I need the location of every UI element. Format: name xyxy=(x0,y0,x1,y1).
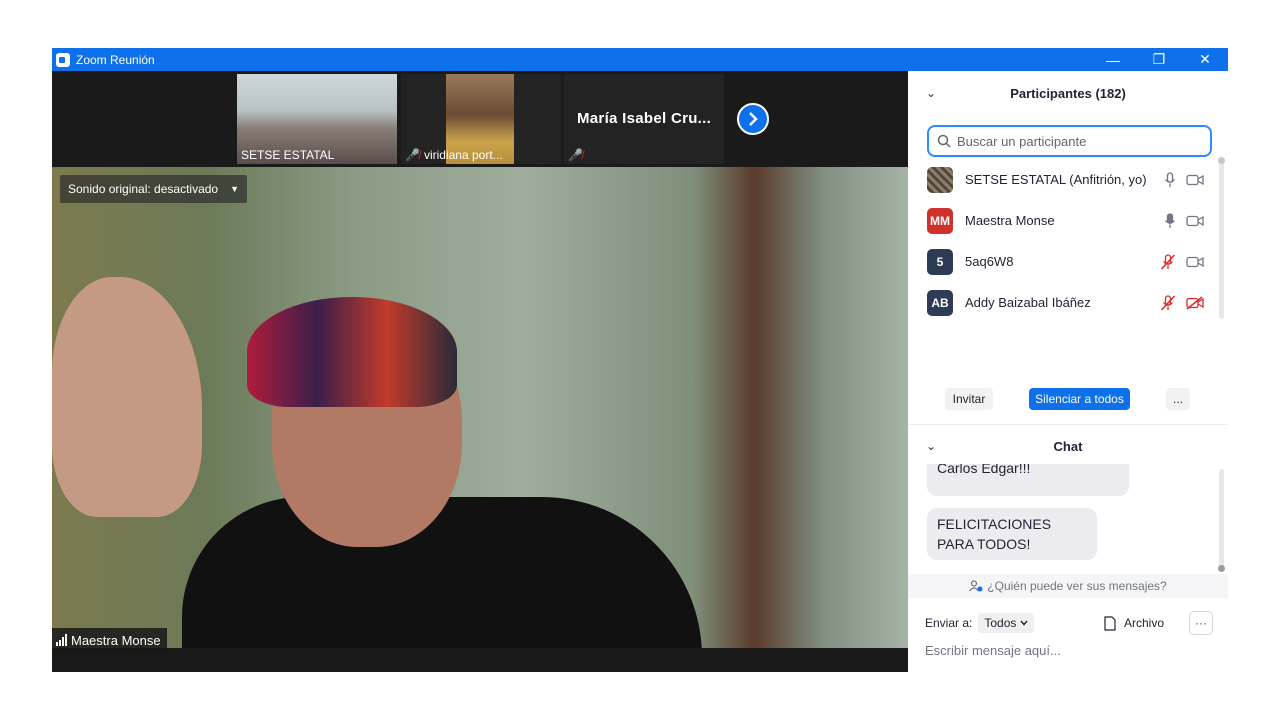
person-info-icon xyxy=(969,580,983,592)
participants-title: Participantes (182) xyxy=(1010,85,1126,101)
send-to-row: Enviar a: Todos xyxy=(925,612,1035,634)
avatar xyxy=(927,166,953,193)
chat-title: Chat xyxy=(1053,438,1083,454)
restore-button[interactable]: ❐ xyxy=(1136,48,1182,71)
panel-divider xyxy=(908,424,1228,425)
thumbnail-setse-estatal[interactable]: SETSE ESTATAL xyxy=(237,74,397,164)
video-hand xyxy=(52,277,202,517)
chat-header: ⌄ Chat xyxy=(908,426,1228,466)
invite-button[interactable]: Invitar xyxy=(945,388,993,410)
close-button[interactable]: ✕ xyxy=(1182,48,1228,71)
chevron-down-icon[interactable]: ⌄ xyxy=(926,86,936,100)
participant-row[interactable]: SETSE ESTATAL (Anfitrión, yo) xyxy=(908,159,1220,200)
video-camera-icon[interactable] xyxy=(1186,174,1204,186)
participants-header: ⌄ Participantes (182) xyxy=(908,73,1228,113)
mute-all-button[interactable]: Silenciar a todos xyxy=(1029,388,1130,410)
thumbnail-maria-isabel[interactable]: María Isabel Cru... 🎤̸ xyxy=(564,74,724,164)
chat-scrollbar[interactable] xyxy=(1218,469,1225,572)
title-bar: Zoom Reunión — ❐ ✕ xyxy=(52,48,1228,71)
participant-status-icons xyxy=(1160,294,1204,311)
window-controls: — ❐ ✕ xyxy=(1090,48,1228,71)
zoom-app-icon xyxy=(56,52,70,67)
file-icon xyxy=(1104,615,1116,631)
thumbnail-name: SETSE ESTATAL xyxy=(241,148,335,162)
send-to-dropdown[interactable]: Todos xyxy=(978,613,1035,633)
participant-name: Addy Baizabal Ibáñez xyxy=(965,295,1091,310)
chat-message: Carlos Edgar!!! xyxy=(927,464,1129,496)
side-panel: ⌄ Participantes (182) SETSE ESTATAL (Anf… xyxy=(908,71,1228,672)
participant-search[interactable] xyxy=(927,125,1212,157)
scroll-arrow-icon xyxy=(1218,565,1225,572)
mic-muted-icon[interactable] xyxy=(1160,294,1176,311)
video-camera-icon[interactable] xyxy=(1186,256,1204,268)
chevron-down-icon[interactable]: ⌄ xyxy=(926,439,936,453)
participant-list: SETSE ESTATAL (Anfitrión, yo) MM Maestra… xyxy=(908,159,1220,323)
participant-actions: Invitar Silenciar a todos ... xyxy=(908,388,1228,410)
chat-message-input[interactable] xyxy=(925,639,1215,661)
video-area: SETSE ESTATAL 🎤̸ viridiana port... María… xyxy=(52,71,908,672)
avatar: 5 xyxy=(927,248,953,275)
mic-muted-icon[interactable] xyxy=(1160,253,1176,270)
thumbnail-viridiana[interactable]: 🎤̸ viridiana port... xyxy=(401,74,561,164)
participant-row[interactable]: 5 5aq6W8 xyxy=(908,241,1220,282)
chevron-right-icon xyxy=(749,112,758,126)
mic-icon[interactable] xyxy=(1164,212,1176,229)
avatar: AB xyxy=(927,289,953,316)
search-icon xyxy=(937,134,951,148)
original-sound-dropdown[interactable]: Sonido original: desactivado ▼ xyxy=(60,175,248,203)
chat-messages: Carlos Edgar!!! FELICITACIONES PARA TODO… xyxy=(908,464,1220,574)
thumbnail-strip: SETSE ESTATAL 🎤̸ viridiana port... María… xyxy=(52,71,908,167)
file-button[interactable]: Archivo xyxy=(1104,612,1164,634)
participant-name: Maestra Monse xyxy=(965,213,1055,228)
video-headscarf xyxy=(247,297,457,407)
participant-status-icons xyxy=(1164,171,1204,188)
zoom-window: Zoom Reunión — ❐ ✕ SETSE ESTATAL 🎤̸ viri… xyxy=(52,48,1228,672)
next-page-button[interactable] xyxy=(737,103,769,135)
participant-row[interactable]: AB Addy Baizabal Ibáñez xyxy=(908,282,1220,323)
participant-status-icons xyxy=(1160,253,1204,270)
participants-scrollbar[interactable] xyxy=(1218,157,1225,319)
who-can-see-link[interactable]: ¿Quién puede ver sus mensajes? xyxy=(908,574,1228,598)
participant-name: SETSE ESTATAL (Anfitrión, yo) xyxy=(965,172,1147,187)
participant-row[interactable]: MM Maestra Monse xyxy=(908,200,1220,241)
participant-name: 5aq6W8 xyxy=(965,254,1014,269)
mic-muted-icon: 🎤̸ xyxy=(568,148,583,162)
search-input[interactable] xyxy=(957,133,1197,149)
thumbnail-display-name: María Isabel Cru... xyxy=(577,110,712,127)
scroll-arrow-icon xyxy=(1218,157,1225,164)
chevron-down-icon xyxy=(1020,620,1028,626)
window-title: Zoom Reunión xyxy=(76,52,155,67)
active-speaker-video: Sonido original: desactivado ▼ xyxy=(52,167,908,648)
avatar: MM xyxy=(927,207,953,234)
video-person-body xyxy=(182,497,702,648)
video-camera-icon[interactable] xyxy=(1186,215,1204,227)
send-to-label: Enviar a: xyxy=(925,616,973,630)
thumbnail-name: 🎤̸ viridiana port... xyxy=(405,148,503,162)
chat-message: FELICITACIONES PARA TODOS! xyxy=(927,508,1097,560)
speaker-name-label: Maestra Monse xyxy=(52,628,167,652)
more-options-button[interactable]: ... xyxy=(1166,388,1190,410)
mic-muted-icon: 🎤̸ xyxy=(405,148,420,162)
minimize-button[interactable]: — xyxy=(1090,48,1136,71)
signal-bars-icon xyxy=(56,634,67,646)
thumbnail-name: 🎤̸ xyxy=(568,148,583,162)
chat-more-button[interactable]: ··· xyxy=(1189,611,1213,635)
video-off-icon[interactable] xyxy=(1186,295,1204,310)
participant-status-icons xyxy=(1164,212,1204,229)
mic-icon[interactable] xyxy=(1164,171,1176,188)
caret-down-icon: ▼ xyxy=(230,184,240,194)
